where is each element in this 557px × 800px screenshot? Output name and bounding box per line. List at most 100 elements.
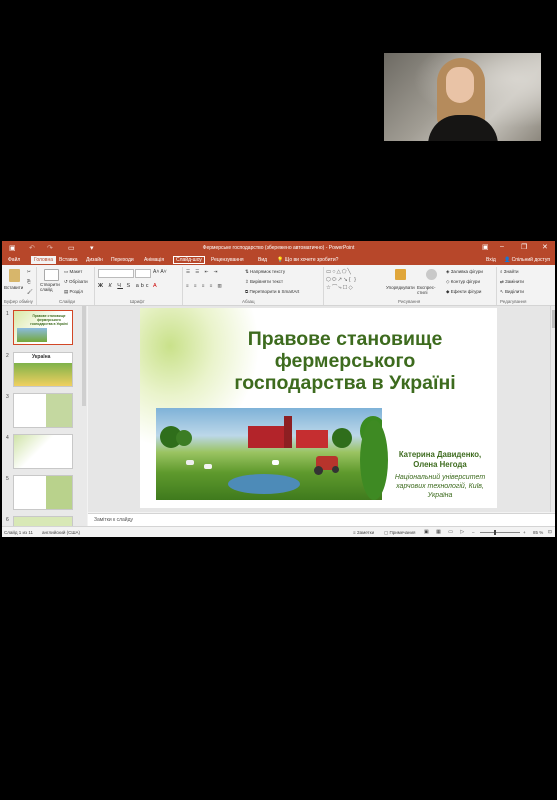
grow-font-icon[interactable]: A˄ A˅	[153, 269, 167, 275]
smartart-button[interactable]: ⧉ Перетворити в SmartArt	[245, 289, 299, 294]
select-button[interactable]: ↖ Виділити	[500, 289, 524, 295]
tab-view[interactable]: Вид	[258, 257, 267, 263]
tab-design[interactable]: Дизайн	[86, 257, 103, 263]
notes-label: Заметки	[356, 530, 375, 535]
notes-placeholder: Замітки к слайду	[94, 517, 133, 523]
tab-transitions[interactable]: Переходи	[111, 257, 134, 263]
shape-fill-button[interactable]: ◈ Заливка фігури	[446, 269, 483, 275]
zoom-level[interactable]: 85 %	[533, 530, 543, 535]
institution-line-1[interactable]: Національний університет	[384, 473, 496, 482]
zoom-slider[interactable]	[480, 532, 520, 533]
reset-button[interactable]: ↺ Обрізати	[64, 279, 88, 285]
maximize-icon[interactable]: ❐	[521, 243, 527, 251]
paste-button[interactable]: Вставити	[4, 285, 23, 290]
text-direction-button[interactable]: ⇅ Напрямок тексту	[245, 269, 285, 275]
format-painter-icon[interactable]: 🖌	[27, 289, 33, 295]
thumb-number: 2	[6, 353, 9, 359]
ribbon-options-icon[interactable]: ▣	[482, 243, 489, 251]
zoom-in-icon[interactable]: +	[523, 530, 526, 535]
author-line-2[interactable]: Олена Негода	[384, 460, 496, 470]
font-format-icons[interactable]: Ж К Ч S abc	[98, 283, 151, 289]
copy-icon[interactable]: ⎘	[27, 279, 31, 284]
share-button[interactable]: 👤 Спільний доступ	[504, 257, 550, 263]
thumb-1-title: Правове становище фермерського господарств…	[30, 314, 68, 326]
notes-button[interactable]: ≡ Заметки	[353, 530, 374, 535]
group-editing: Редагування	[500, 299, 527, 304]
shape-outline-button[interactable]: ◇ Контур фігури	[446, 279, 480, 285]
fit-slide-icon[interactable]: ⊡	[548, 529, 552, 535]
scroll-thumb[interactable]	[552, 310, 555, 328]
slide-thumbnail-5[interactable]	[13, 475, 73, 510]
window-title: Фермерське господарство (збережено автом…	[202, 245, 355, 251]
institution-line-3[interactable]: Україна	[384, 491, 496, 500]
slide-thumbnail-3[interactable]	[13, 393, 73, 428]
tab-animations[interactable]: Анімація	[144, 257, 164, 263]
comments-label: Примечания	[389, 530, 416, 535]
thumbnails-scrollbar[interactable]	[82, 306, 86, 406]
align-icons[interactable]: ≡ ≡ ≡ ≡ ▥	[186, 283, 224, 289]
tab-slideshow[interactable]: Слайд-шоу	[173, 256, 205, 264]
slide-thumbnails-pane: 1 Правове становище фермерського господарс…	[2, 306, 87, 530]
vertical-scrollbar[interactable]	[550, 306, 555, 512]
notes-pane[interactable]: Замітки к слайду	[88, 513, 555, 526]
section-button[interactable]: ▤ Розділ	[64, 289, 83, 295]
language-indicator[interactable]: английский (США)	[42, 530, 80, 535]
layout-button[interactable]: ▭ Макет	[64, 269, 82, 275]
select-label: Виділити	[505, 289, 524, 294]
title-bar: ▣ ↶ ↷ ▭ ▾ Фермерське господарство (збере…	[2, 241, 555, 255]
minimize-icon[interactable]: –	[500, 243, 504, 250]
section-label: Розділ	[69, 289, 83, 294]
tab-home[interactable]: Головна	[31, 256, 56, 264]
new-slide-button[interactable]: Створити слайд	[40, 282, 62, 292]
find-label: Знайти	[503, 269, 519, 274]
comments-button[interactable]: ▢ Примечания	[384, 530, 416, 536]
new-slide-icon[interactable]	[44, 269, 59, 281]
shape-effects-button[interactable]: ◆ Ефекти фігури	[446, 289, 481, 295]
slide-title-line-3[interactable]: господарства в Україні	[200, 372, 490, 394]
effects-label: Ефекти фігури	[450, 289, 482, 294]
tab-insert[interactable]: Вставка	[59, 257, 78, 263]
slide-thumbnail-1[interactable]: Правове становище фермерського господарств…	[13, 310, 73, 345]
tab-file[interactable]: Файл	[8, 257, 20, 263]
slide-title-line-2[interactable]: фермерського	[200, 350, 490, 372]
tab-review[interactable]: Рецензування	[211, 257, 244, 263]
sign-in-link[interactable]: Вхід	[486, 257, 496, 263]
institution-line-2[interactable]: харчових технологій, Київ,	[384, 482, 496, 491]
group-clipboard: Буфер обміну	[4, 299, 33, 304]
align-text-button[interactable]: ⇳ Вирівняти текст	[245, 279, 283, 285]
quick-styles-button[interactable]: Експрес-стилі	[417, 285, 442, 295]
arrange-button[interactable]: Упорядкувати	[386, 285, 415, 290]
cut-icon[interactable]: ✂	[27, 269, 31, 275]
thumb-number: 6	[6, 517, 9, 523]
list-icons[interactable]: ☰ ☰ ⇤ ⇥	[186, 269, 219, 275]
find-button[interactable]: ⌕ Знайти	[500, 269, 519, 274]
close-icon[interactable]: ✕	[542, 243, 548, 251]
zoom-out-icon[interactable]: –	[472, 530, 475, 535]
quick-styles-icon[interactable]	[426, 269, 437, 280]
text-direction-label: Напрямок тексту	[250, 269, 286, 274]
author-line-1[interactable]: Катерина Давиденко,	[384, 450, 496, 460]
powerpoint-window: ▣ ↶ ↷ ▭ ▾ Фермерське господарство (збере…	[2, 241, 555, 537]
replace-button[interactable]: ⇄ Замінити	[500, 279, 524, 285]
replace-label: Замінити	[505, 279, 524, 284]
shapes-gallery[interactable]: ▭○△⬠╲ ⬡⬭↗↘{ } ☆⌒⤷☐◇	[326, 268, 382, 296]
font-size-field[interactable]	[135, 269, 151, 278]
zoom-slider-thumb[interactable]	[494, 530, 496, 535]
slide-title-line-1[interactable]: Правове становище	[200, 328, 490, 350]
share-label: Спільний доступ	[511, 257, 551, 263]
farm-photo[interactable]	[156, 408, 382, 500]
fill-label: Заливка фігури	[450, 269, 483, 274]
paste-icon[interactable]	[9, 269, 20, 282]
slide[interactable]: Правове становище фермерського господарс…	[140, 308, 497, 508]
layout-label: Макет	[69, 269, 83, 274]
view-buttons[interactable]: ▣ ▦ ▭ ▷	[424, 529, 467, 535]
slide-thumbnail-2[interactable]: Україна	[13, 352, 73, 387]
font-color-icon[interactable]: A	[153, 283, 157, 289]
thumb-number: 5	[6, 476, 9, 482]
thumb-number: 1	[6, 311, 9, 317]
font-name-field[interactable]	[98, 269, 134, 278]
slide-canvas: Правове становище фермерського господарс…	[88, 306, 550, 512]
tell-me-box[interactable]: 💡 Що ви хочете зробити?	[277, 257, 338, 263]
slide-thumbnail-4[interactable]	[13, 434, 73, 469]
arrange-icon[interactable]	[395, 269, 406, 280]
